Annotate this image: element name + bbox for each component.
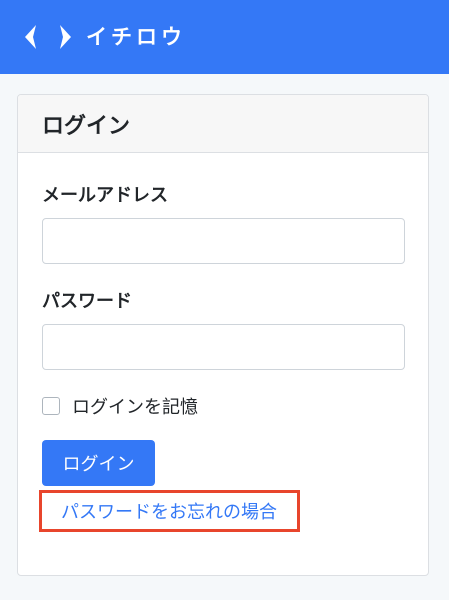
email-input[interactable] <box>42 218 405 264</box>
remember-me-checkbox[interactable] <box>42 397 60 415</box>
email-label: メールアドレス <box>42 185 168 206</box>
login-card: ログイン メールアドレス パスワード ログインを記憶 ログイン パスワードをお忘… <box>17 94 429 576</box>
remember-me-label[interactable]: ログインを記憶 <box>72 393 198 419</box>
card-title: ログイン <box>42 113 131 139</box>
brand-name: イチロウ <box>86 24 186 49</box>
login-button[interactable]: ログイン <box>42 440 155 486</box>
password-label: パスワード <box>42 291 132 312</box>
brand-logo[interactable]: イチロウ <box>22 17 186 57</box>
forgot-password-link[interactable]: パスワードをお忘れの場合 <box>61 498 277 524</box>
chevrons-logo-icon <box>22 22 76 52</box>
card-header: ログイン <box>18 95 428 153</box>
top-navbar: イチロウ <box>0 0 449 74</box>
password-input[interactable] <box>42 324 405 370</box>
forgot-password-highlight: パスワードをお忘れの場合 <box>39 490 300 532</box>
remember-me-row[interactable]: ログインを記憶 <box>42 393 198 419</box>
